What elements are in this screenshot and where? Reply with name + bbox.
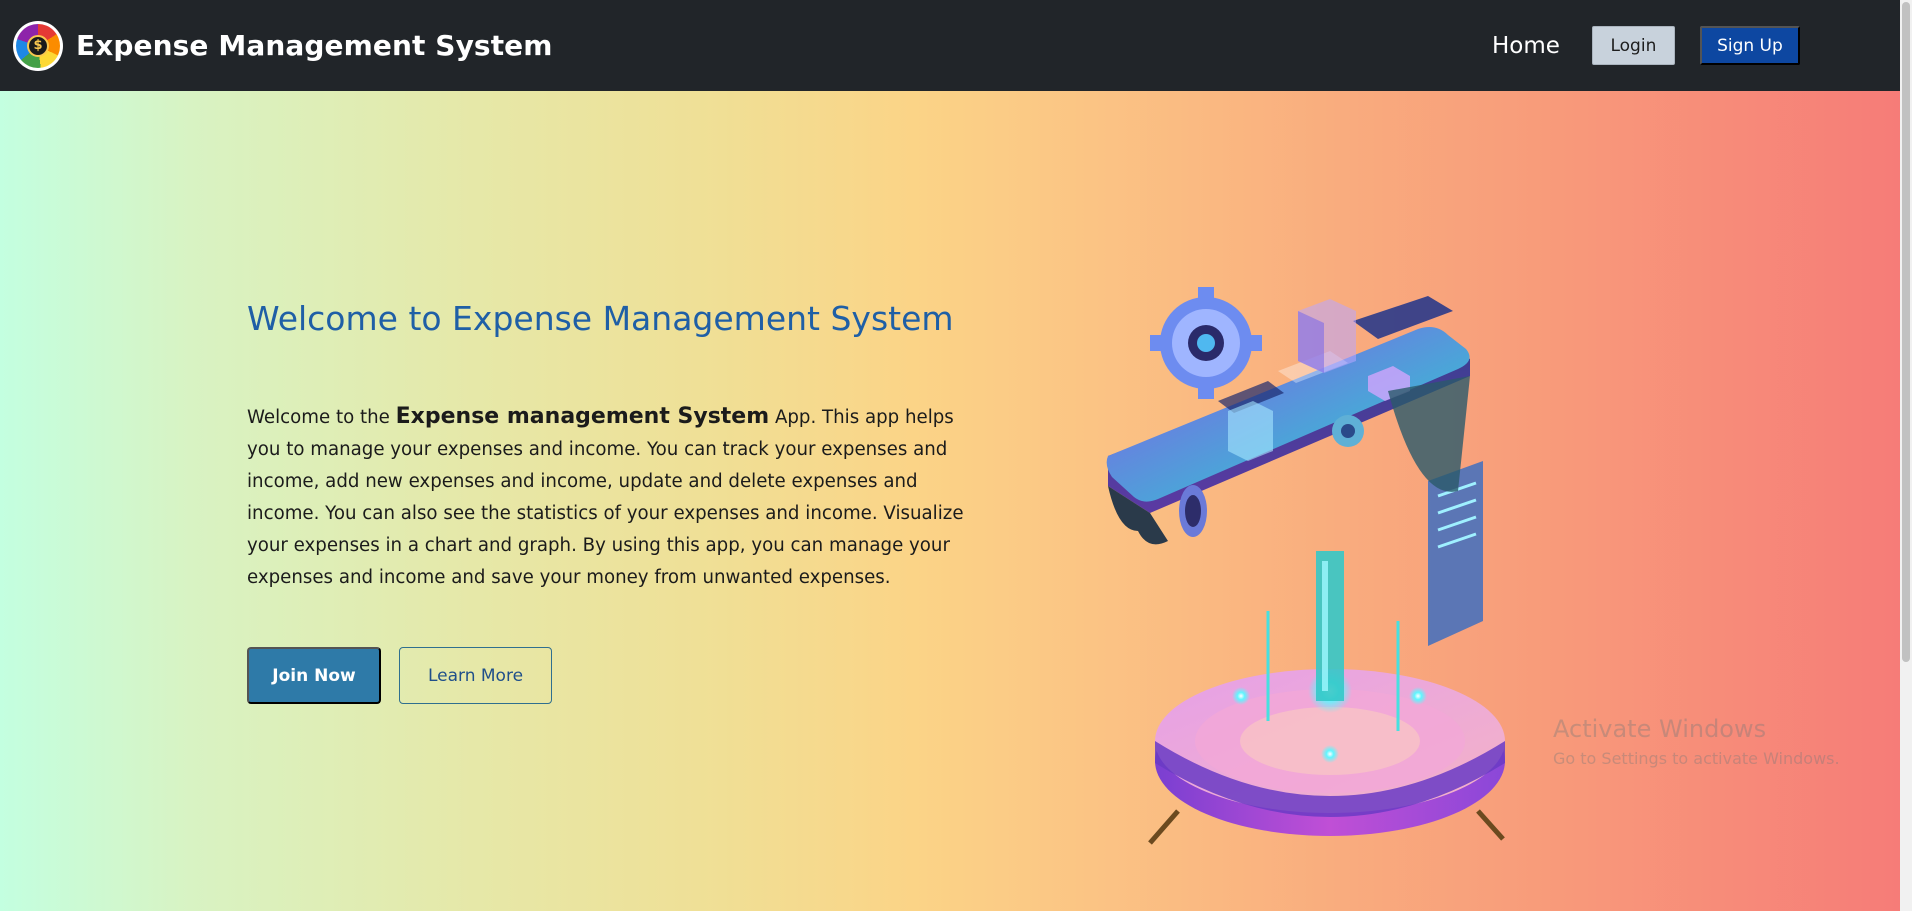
hero-title: Welcome to Expense Management System (247, 299, 954, 338)
dollar-logo-icon: $ (13, 20, 63, 71)
hero-text-after: App. This app helps you to manage your e… (247, 407, 964, 588)
scrollbar-thumb[interactable] (1902, 2, 1910, 662)
nav-home-link[interactable]: Home (1492, 33, 1560, 59)
hero-description: Welcome to the Expense management System… (247, 401, 987, 594)
isometric-phone-illustration-icon (1106, 287, 1505, 845)
join-now-button[interactable]: Join Now (247, 647, 381, 704)
hero-text-emphasis: Expense management System (395, 404, 770, 429)
logo-symbol: $ (27, 34, 49, 57)
learn-more-button[interactable]: Learn More (399, 647, 552, 704)
activate-windows-watermark: Activate Windows Go to Settings to activ… (1553, 715, 1840, 768)
login-button[interactable]: Login (1591, 26, 1675, 65)
watermark-title: Activate Windows (1553, 715, 1767, 743)
logo-ring: $ (16, 23, 60, 68)
watermark-subtitle: Go to Settings to activate Windows. (1553, 749, 1840, 768)
vertical-scrollbar[interactable] (1900, 0, 1912, 911)
hero-section: Welcome to Expense Management System Wel… (0, 91, 1900, 911)
signup-button[interactable]: Sign Up (1699, 26, 1800, 65)
navbar: $ Expense Management System Home Login S… (0, 0, 1900, 91)
hero-text-before: Welcome to the (247, 407, 396, 428)
brand-title[interactable]: Expense Management System (76, 29, 553, 62)
brand[interactable]: $ Expense Management System (13, 20, 553, 71)
nav-links: Home Login Sign Up (1492, 0, 1800, 91)
